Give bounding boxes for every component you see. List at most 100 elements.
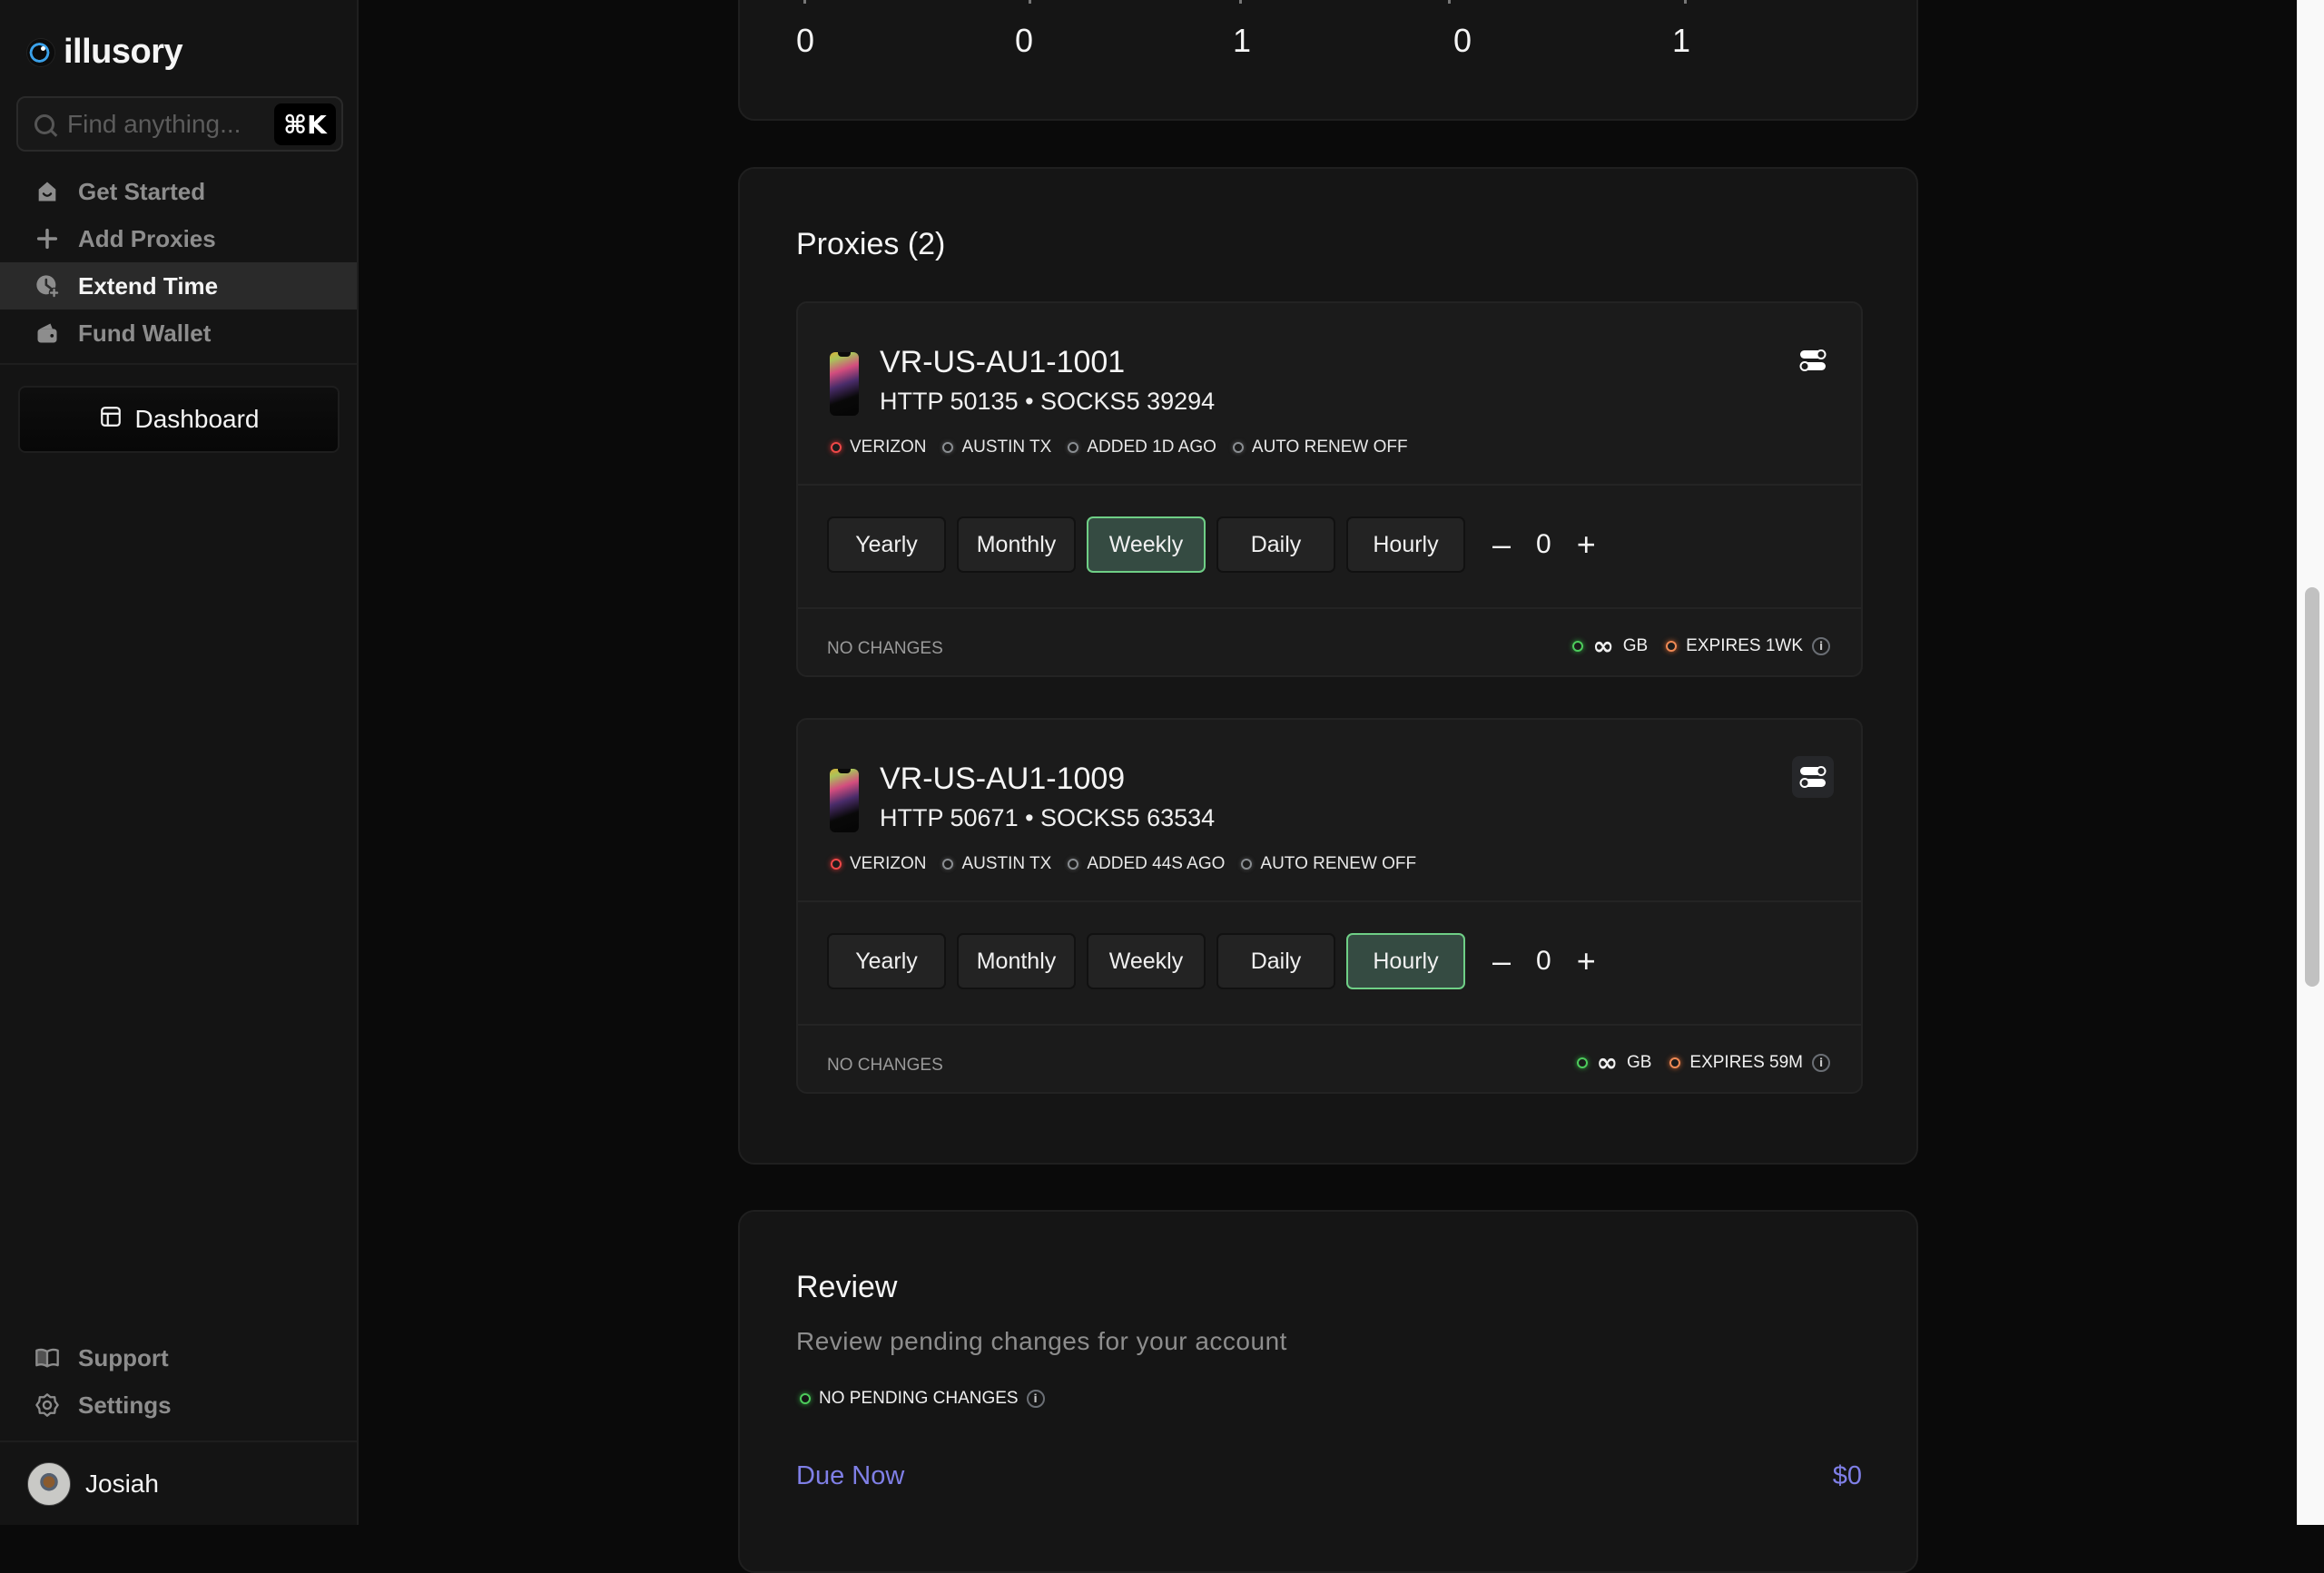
dashboard-button[interactable]: Dashboard bbox=[18, 386, 340, 453]
tag-label: AUSTIN TX bbox=[961, 437, 1052, 457]
status-dot-icon bbox=[831, 442, 842, 453]
sidebar-item-label: Support bbox=[78, 1343, 169, 1371]
shortcut-badge: ⌘K bbox=[274, 103, 336, 145]
status-dot-icon bbox=[942, 442, 954, 453]
period-monthly[interactable]: Monthly bbox=[957, 933, 1076, 989]
sidebar-item-label: Get Started bbox=[78, 177, 206, 205]
quantity-value: 0 bbox=[1536, 946, 1551, 976]
increment-button[interactable]: + bbox=[1577, 945, 1596, 978]
sidebar-item-support[interactable]: Support bbox=[0, 1334, 357, 1381]
data-allowance: GB bbox=[1626, 1053, 1652, 1072]
period-selector: Yearly Monthly Weekly Daily Hourly – 0 + bbox=[827, 516, 1596, 573]
stat-value: 1 bbox=[1672, 22, 1691, 59]
proxy-settings-button[interactable] bbox=[1792, 756, 1834, 798]
info-icon[interactable]: i bbox=[1026, 1390, 1045, 1408]
stat-label-fragment bbox=[803, 0, 806, 4]
infinity-icon: ∞ bbox=[1596, 1047, 1618, 1077]
card-divider bbox=[798, 607, 1861, 609]
card-divider bbox=[798, 484, 1861, 486]
search-field[interactable]: ⌘K bbox=[16, 96, 343, 152]
period-weekly[interactable]: Weekly bbox=[1087, 516, 1206, 573]
period-selector: Yearly Monthly Weekly Daily Hourly – 0 + bbox=[827, 933, 1596, 989]
period-yearly[interactable]: Yearly bbox=[827, 516, 946, 573]
decrement-button[interactable]: – bbox=[1492, 528, 1511, 561]
plus-icon bbox=[34, 226, 60, 251]
status-dot-icon bbox=[1232, 442, 1244, 453]
stat-label-fragment bbox=[1029, 0, 1031, 4]
stat-value: 0 bbox=[796, 22, 815, 59]
quantity-stepper: – 0 + bbox=[1492, 945, 1596, 978]
period-daily[interactable]: Daily bbox=[1216, 933, 1335, 989]
scrollbar[interactable] bbox=[2297, 0, 2324, 1525]
wallet-icon bbox=[34, 320, 60, 346]
search-input[interactable] bbox=[67, 109, 267, 139]
expiry: EXPIRES 59M bbox=[1689, 1053, 1803, 1072]
decrement-button[interactable]: – bbox=[1492, 945, 1511, 978]
status-dot-icon bbox=[1576, 1057, 1588, 1068]
sidebar-item-fund-wallet[interactable]: Fund Wallet bbox=[0, 310, 357, 357]
info-icon[interactable]: i bbox=[1812, 1054, 1830, 1072]
tag-label: VERIZON bbox=[850, 854, 927, 873]
sidebar-item-get-started[interactable]: Get Started bbox=[0, 168, 357, 215]
expiry: EXPIRES 1WK bbox=[1686, 636, 1803, 655]
tag-label: VERIZON bbox=[850, 437, 927, 457]
phone-icon bbox=[830, 769, 859, 832]
clock-plus-icon bbox=[34, 273, 60, 299]
proxy-card: VR-US-AU1-1001 HTTP 50135 • SOCKS5 39294… bbox=[796, 301, 1863, 677]
sidebar: illusory ⌘K Get Started Add Proxies Exte… bbox=[0, 0, 359, 1525]
pending-status: NO PENDING CHANGES i bbox=[800, 1389, 1045, 1409]
proxy-tags: VERIZON AUSTIN TX ADDED 1D AGO AUTO RENE… bbox=[831, 437, 1408, 457]
user-menu[interactable]: Josiah bbox=[27, 1462, 159, 1506]
status-dot-icon bbox=[1241, 859, 1253, 870]
stat-label-fragment bbox=[1684, 0, 1687, 4]
logo[interactable]: illusory bbox=[27, 33, 183, 72]
proxy-tags: VERIZON AUSTIN TX ADDED 44S AGO AUTO REN… bbox=[831, 854, 1416, 874]
change-status: NO CHANGES bbox=[827, 1056, 943, 1075]
tag-location: AUSTIN TX bbox=[942, 437, 1051, 457]
stat-label-fragment bbox=[1448, 0, 1451, 4]
period-weekly[interactable]: Weekly bbox=[1087, 933, 1206, 989]
eye-logo-icon bbox=[27, 38, 54, 66]
review-title: Review bbox=[796, 1270, 898, 1304]
period-hourly[interactable]: Hourly bbox=[1346, 933, 1465, 989]
proxy-ports: HTTP 50135 • SOCKS5 39294 bbox=[880, 388, 1216, 415]
stats-card: 0 0 1 0 1 bbox=[738, 0, 1918, 121]
sidebar-item-settings[interactable]: Settings bbox=[0, 1381, 357, 1429]
proxies-title: Proxies (2) bbox=[796, 227, 946, 261]
user-name: Josiah bbox=[85, 1470, 159, 1498]
tag-auto-renew: AUTO RENEW OFF bbox=[1241, 854, 1416, 874]
proxy-name: VR-US-AU1-1001 bbox=[880, 345, 1126, 379]
period-daily[interactable]: Daily bbox=[1216, 516, 1335, 573]
pending-label: NO PENDING CHANGES bbox=[819, 1389, 1019, 1408]
status-dot-icon bbox=[942, 859, 954, 870]
due-now-value: $0 bbox=[1832, 1461, 1862, 1490]
sidebar-item-label: Add Proxies bbox=[78, 224, 216, 252]
change-status: NO CHANGES bbox=[827, 639, 943, 658]
period-yearly[interactable]: Yearly bbox=[827, 933, 946, 989]
period-monthly[interactable]: Monthly bbox=[957, 516, 1076, 573]
proxies-card: Proxies (2) VR-US-AU1-1001 HTTP 50135 • … bbox=[738, 167, 1918, 1165]
sidebar-item-label: Extend Time bbox=[78, 271, 219, 300]
proxy-card: VR-US-AU1-1009 HTTP 50671 • SOCKS5 63534… bbox=[796, 718, 1863, 1094]
sidebar-item-extend-time[interactable]: Extend Time bbox=[0, 262, 357, 310]
phone-icon bbox=[830, 352, 859, 416]
period-hourly[interactable]: Hourly bbox=[1346, 516, 1465, 573]
dashboard-label: Dashboard bbox=[134, 405, 260, 433]
tag-added: ADDED 44S AGO bbox=[1068, 854, 1225, 874]
status-dot-icon bbox=[831, 859, 842, 870]
tag-auto-renew: AUTO RENEW OFF bbox=[1232, 437, 1408, 457]
increment-button[interactable]: + bbox=[1577, 528, 1596, 561]
info-icon[interactable]: i bbox=[1812, 637, 1830, 655]
sidebar-divider bbox=[0, 1440, 357, 1442]
proxy-name: VR-US-AU1-1009 bbox=[880, 762, 1126, 796]
quantity-stepper: – 0 + bbox=[1492, 528, 1596, 561]
scrollbar-thumb[interactable] bbox=[2305, 587, 2319, 987]
due-now-label: Due Now bbox=[796, 1461, 905, 1490]
proxy-meta: ∞ GB EXPIRES 1WK i bbox=[1572, 634, 1830, 659]
proxy-settings-button[interactable] bbox=[1792, 339, 1834, 381]
card-divider bbox=[798, 1024, 1861, 1026]
app-name: illusory bbox=[64, 33, 183, 71]
sidebar-item-label: Settings bbox=[78, 1391, 172, 1419]
sidebar-item-add-proxies[interactable]: Add Proxies bbox=[0, 215, 357, 262]
status-dot-icon bbox=[1572, 641, 1584, 652]
